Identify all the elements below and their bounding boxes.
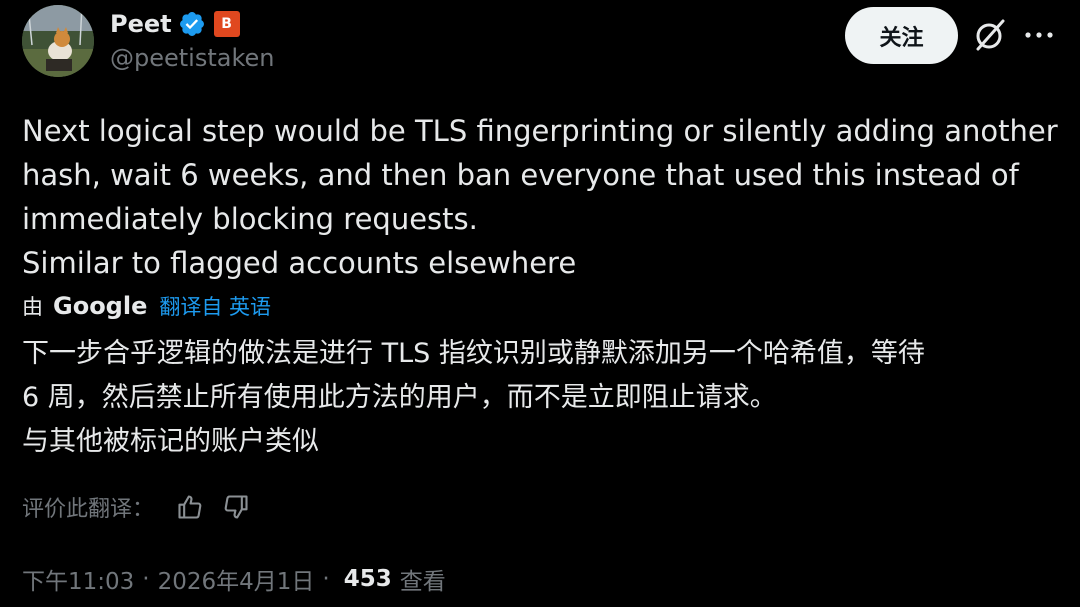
google-logo: Google (53, 292, 148, 320)
author-name[interactable]: Peet (110, 10, 172, 38)
separator: · (142, 566, 150, 592)
tweet-text: Next logical step would be TLS fingerpri… (22, 114, 1058, 280)
translation-attribution: 由 Google 翻译自 英语 (22, 288, 271, 324)
views-count[interactable]: 453 (344, 566, 392, 592)
tweet-meta: 下午11:03 · 2026年4月1日 · 453 查看 (22, 560, 446, 598)
grok-icon[interactable] (972, 17, 1008, 53)
translated-from-link[interactable]: 翻译自 英语 (159, 291, 271, 321)
tweet-time[interactable]: 下午11:03 (22, 562, 134, 596)
affiliate-badge[interactable]: B (213, 11, 240, 37)
rate-translation-row: 评价此翻译： (22, 488, 250, 526)
separator: · (322, 566, 330, 592)
avatar[interactable] (22, 5, 94, 77)
translated-by-label: 由 (22, 295, 43, 319)
author-handle[interactable]: @peetistaken (110, 44, 274, 72)
avatar-image (22, 5, 94, 77)
rate-translation-label: 评价此翻译： (22, 497, 155, 522)
verified-badge-icon[interactable] (178, 10, 206, 38)
more-icon[interactable] (1024, 30, 1054, 40)
views-label: 查看 (399, 569, 446, 595)
thumbs-down-icon[interactable] (222, 493, 250, 521)
translated-text: 下一步合乎逻辑的做法是进行 TLS 指纹识别或静默添加另一个哈希值，等待 6 周… (22, 338, 925, 457)
name-row: Peet B (110, 6, 240, 42)
follow-button[interactable]: 关注 (845, 7, 958, 64)
thumbs-up-icon[interactable] (176, 493, 204, 521)
tweet-date[interactable]: 2026年4月1日 (158, 562, 315, 596)
tweet-header: Peet B @peetistaken 关注 (0, 0, 1080, 90)
